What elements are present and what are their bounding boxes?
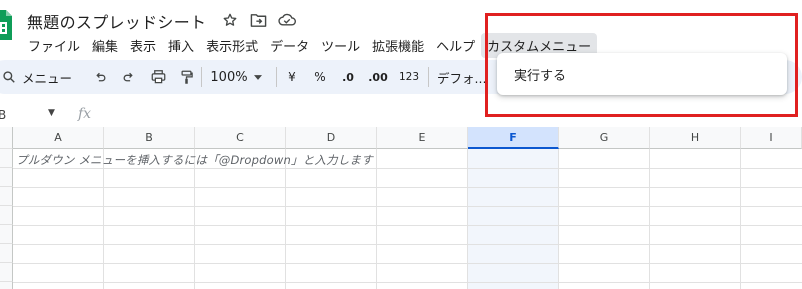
grid-line	[467, 149, 468, 289]
number-format-button[interactable]: 123	[396, 60, 422, 94]
grid-line	[13, 244, 802, 245]
cell-placeholder-hint: プルダウン メニューを挿入するには「@Dropdown」と入力します	[16, 153, 373, 167]
grid-line	[194, 149, 195, 289]
menu-search[interactable]: メニュー	[2, 60, 82, 94]
decrease-decimal-button[interactable]: .0	[336, 60, 360, 94]
grid-line	[558, 149, 559, 289]
paint-format-icon	[180, 70, 193, 85]
currency-format-button[interactable]: ¥	[282, 60, 302, 94]
search-icon	[2, 70, 16, 84]
move-to-folder-icon[interactable]	[248, 10, 268, 30]
name-box[interactable]: B	[0, 108, 6, 122]
selected-column-highlight	[468, 149, 559, 289]
undo-button[interactable]	[89, 60, 111, 94]
column-header-h[interactable]: H	[650, 127, 741, 149]
menu-edit[interactable]: 編集	[86, 33, 124, 58]
menu-search-label: メニュー	[22, 70, 73, 86]
zoom-select[interactable]: 100%	[205, 60, 267, 94]
grid-line	[103, 149, 104, 289]
column-header-g[interactable]: G	[559, 127, 650, 149]
menu-file[interactable]: ファイル	[22, 33, 86, 58]
select-all-corner[interactable]	[0, 127, 13, 149]
fx-icon: fx	[78, 106, 92, 122]
menu-insert[interactable]: 挿入	[162, 33, 200, 58]
menu-data[interactable]: データ	[264, 33, 315, 58]
print-button[interactable]	[146, 60, 170, 94]
grid-line	[13, 168, 802, 169]
grid-line	[13, 225, 802, 226]
row-header[interactable]	[0, 244, 13, 263]
print-icon	[151, 70, 166, 84]
row-header[interactable]	[0, 225, 13, 244]
sheets-logo-icon[interactable]	[0, 10, 12, 40]
grid-line	[740, 149, 741, 289]
paint-format-button[interactable]	[174, 60, 198, 94]
row-header[interactable]	[0, 187, 13, 206]
menu-format[interactable]: 表示形式	[200, 33, 264, 58]
document-title[interactable]: 無題のスプレッドシート	[27, 9, 206, 33]
redo-icon	[122, 71, 135, 84]
column-header-i[interactable]: I	[741, 127, 802, 149]
grid-line	[649, 149, 650, 289]
row-header[interactable]	[0, 263, 13, 282]
row-header[interactable]	[0, 206, 13, 225]
grid-line	[376, 149, 377, 289]
redo-button[interactable]	[117, 60, 139, 94]
column-header-d[interactable]: D	[286, 127, 377, 149]
column-header-e[interactable]: E	[377, 127, 468, 149]
grid-line	[285, 149, 286, 289]
row-header[interactable]	[0, 168, 13, 187]
menu-tools[interactable]: ツール	[315, 33, 366, 58]
star-icon[interactable]	[220, 10, 240, 30]
grid-line	[13, 187, 802, 188]
toolbar-divider	[201, 67, 202, 87]
grid-line	[13, 206, 802, 207]
highlight-box	[485, 13, 798, 117]
column-header-c[interactable]: C	[195, 127, 286, 149]
zoom-value: 100%	[210, 69, 248, 85]
column-header-b[interactable]: B	[104, 127, 195, 149]
row-header[interactable]	[0, 149, 13, 168]
menu-extensions[interactable]: 拡張機能	[366, 33, 430, 58]
percent-format-button[interactable]: %	[309, 60, 331, 94]
column-header-f[interactable]: F	[468, 127, 559, 149]
increase-decimal-button[interactable]: .00	[364, 60, 392, 94]
menu-help[interactable]: ヘルプ	[430, 33, 481, 58]
chevron-down-icon	[253, 74, 262, 80]
undo-icon	[94, 71, 107, 84]
row-header[interactable]	[0, 282, 13, 289]
menu-view[interactable]: 表示	[124, 33, 162, 58]
column-header-a[interactable]: A	[13, 127, 104, 149]
chevron-down-icon[interactable]: ▼	[48, 108, 55, 118]
cloud-saved-icon[interactable]	[277, 10, 297, 30]
grid-line	[13, 282, 802, 283]
toolbar-divider	[276, 67, 277, 87]
grid-line	[13, 263, 802, 264]
toolbar-divider	[428, 67, 429, 87]
